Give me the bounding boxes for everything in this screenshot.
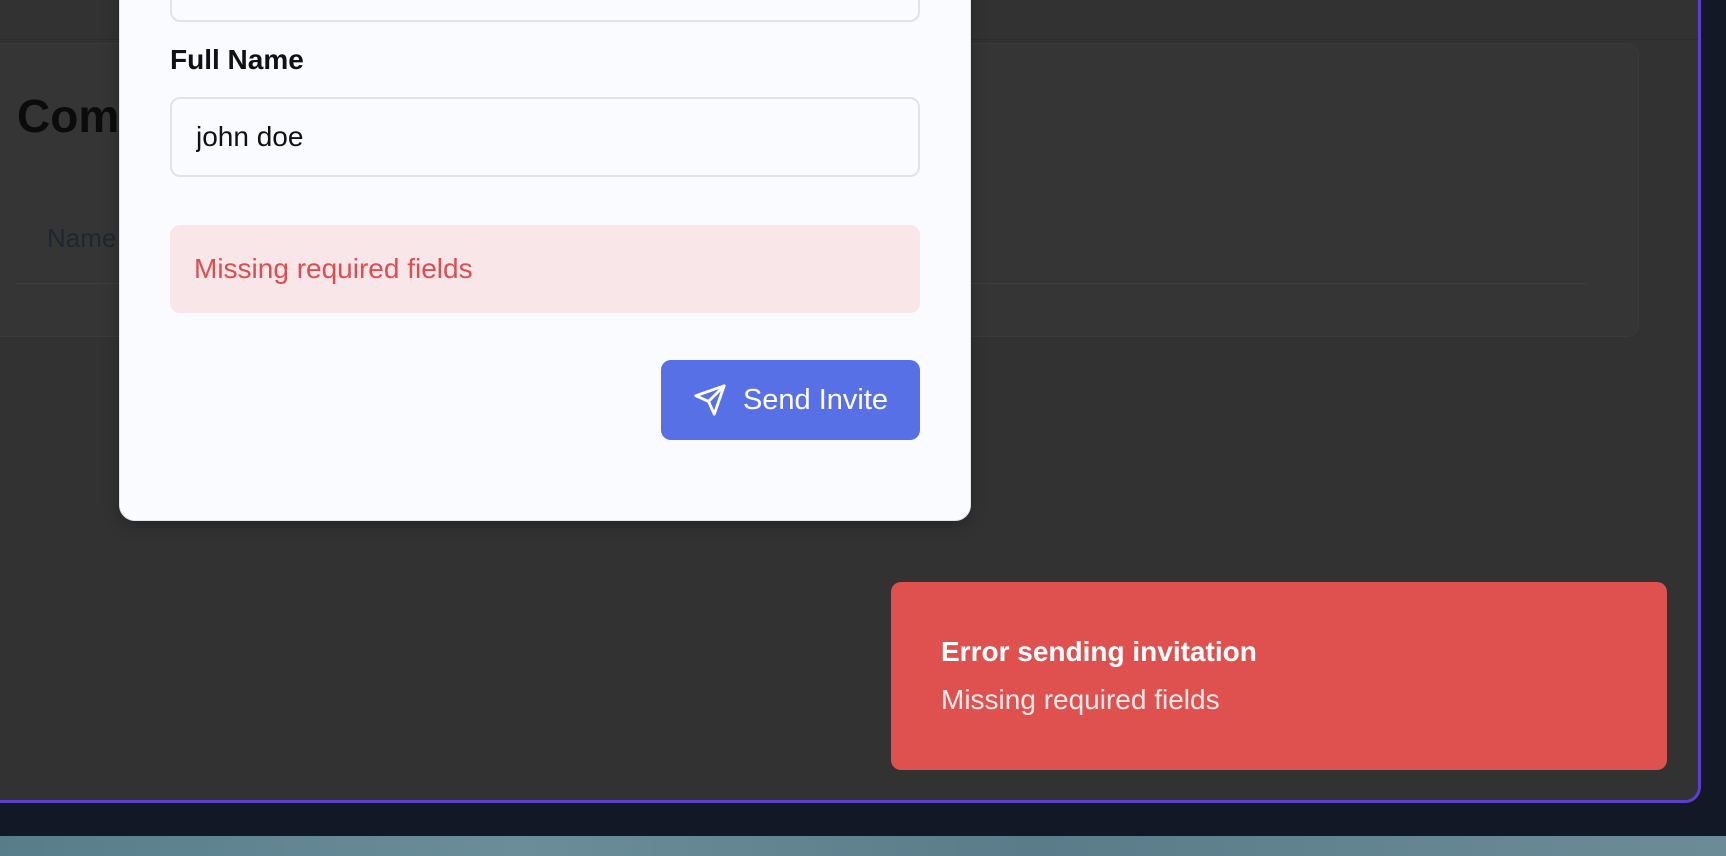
error-alert-text: Missing required fields — [194, 253, 473, 284]
background-column-header: Name — [47, 223, 117, 253]
invite-modal: Full Name Missing required fields Send I… — [119, 0, 971, 521]
error-toast: Error sending invitation Missing require… — [891, 582, 1667, 770]
send-icon — [693, 383, 727, 417]
send-invite-button[interactable]: Send Invite — [661, 360, 920, 440]
toast-message: Missing required fields — [941, 684, 1220, 715]
window-frame: Comp Name Full Name Missing required fie… — [0, 0, 1726, 836]
toast-title: Error sending invitation — [941, 636, 1257, 667]
previous-field-input[interactable] — [170, 0, 920, 22]
error-alert: Missing required fields — [170, 225, 920, 313]
app-viewport: Comp Name Full Name Missing required fie… — [0, 0, 1701, 803]
send-invite-label: Send Invite — [742, 383, 889, 416]
full-name-label: Full Name — [170, 44, 304, 75]
desktop-wallpaper — [0, 836, 1726, 856]
full-name-input[interactable] — [170, 97, 920, 177]
